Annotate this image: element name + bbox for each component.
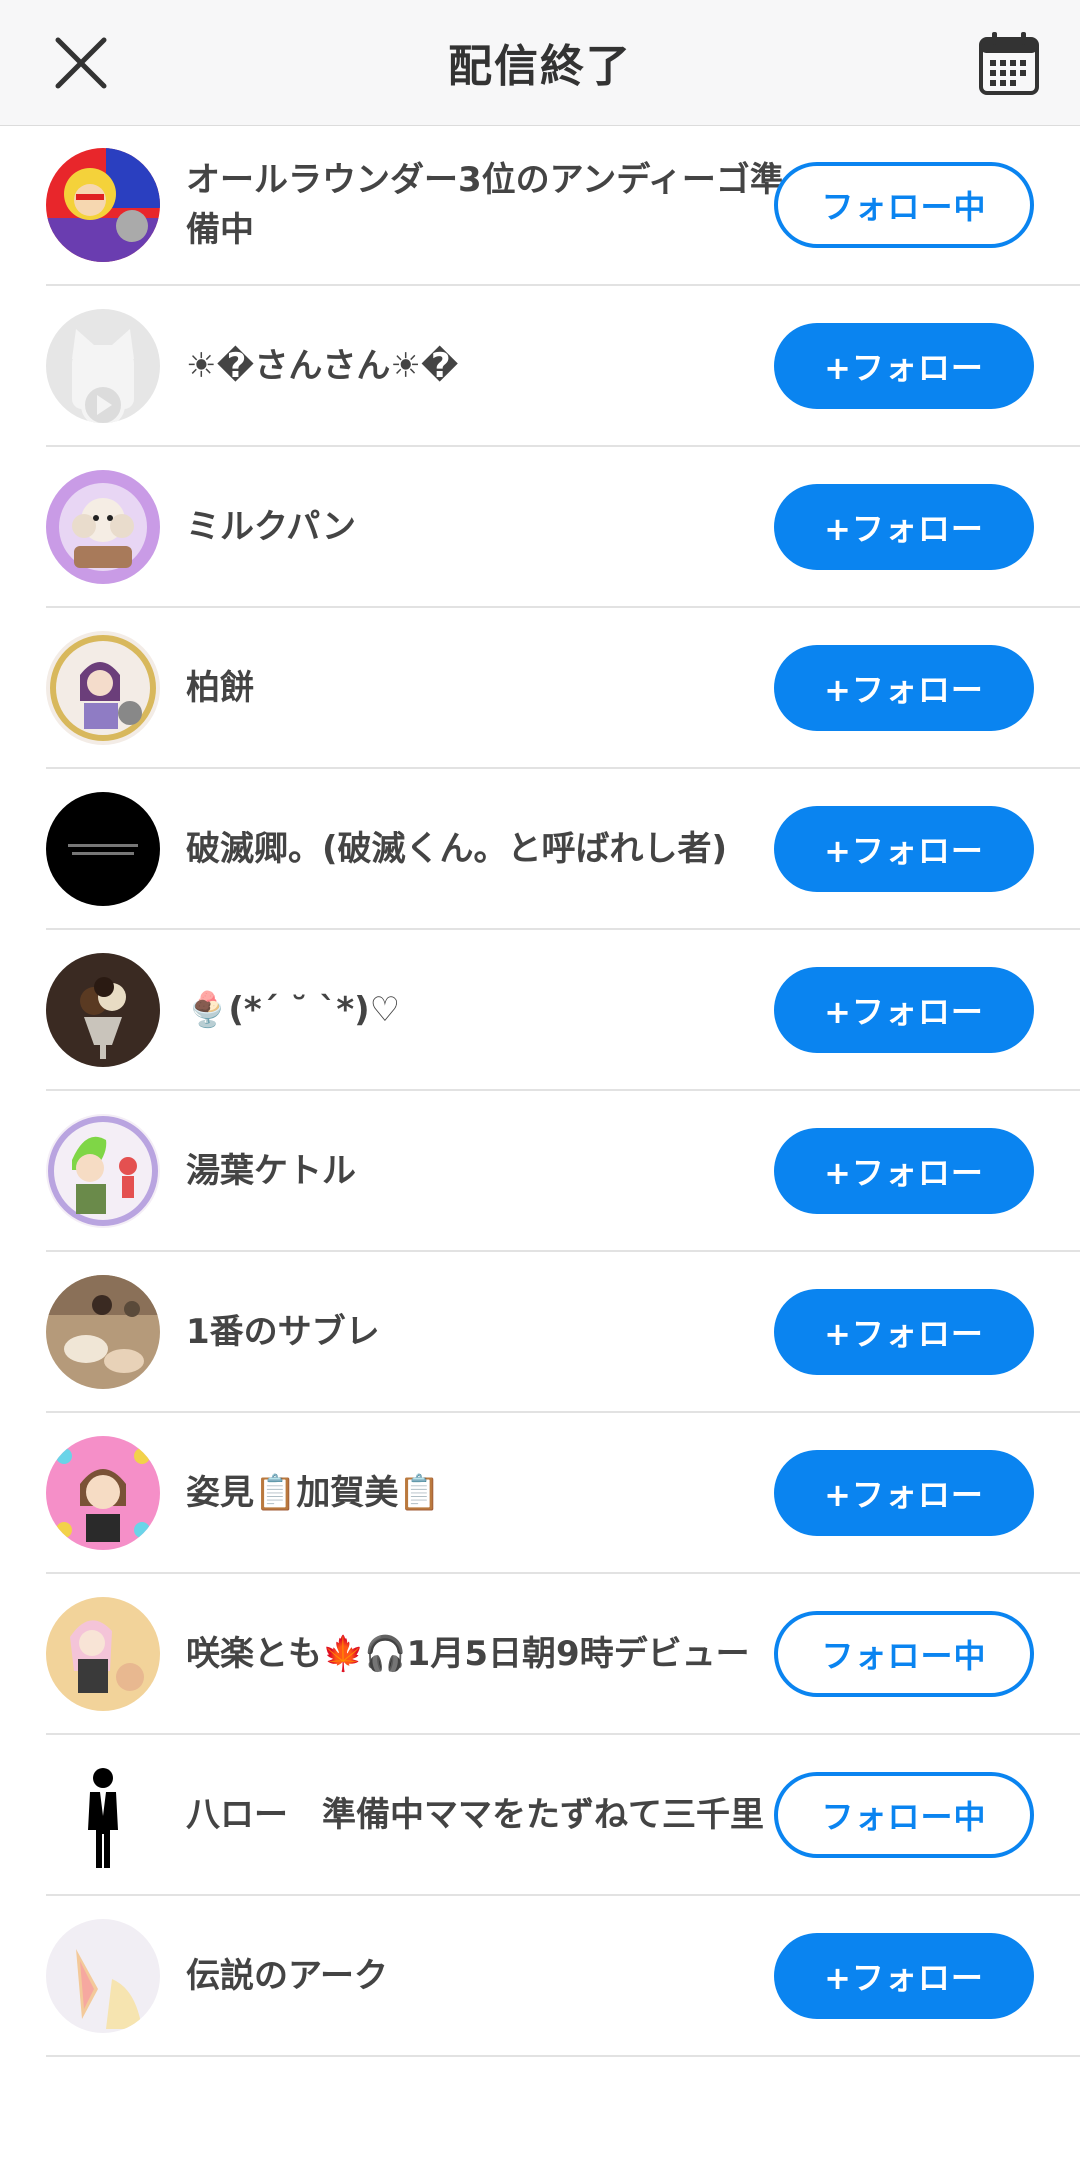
following-button[interactable]: フォロー中 bbox=[774, 1611, 1034, 1697]
list-item: 柏餅 +フォロー bbox=[46, 608, 1080, 769]
user-name: ☀︎�さんさん☀︎� bbox=[186, 345, 459, 386]
avatar[interactable] bbox=[46, 309, 160, 423]
list-item: 姿見📋加賀美📋 +フォロー bbox=[46, 1413, 1080, 1574]
user-name: 🍨(*´ ˘ `*)♡ bbox=[186, 989, 401, 1030]
avatar[interactable] bbox=[46, 1597, 160, 1711]
user-name: 八ロー 準備中ママをたずねて三千里 bbox=[186, 1794, 764, 1835]
follow-button[interactable]: +フォロー bbox=[774, 967, 1034, 1053]
following-button[interactable]: フォロー中 bbox=[774, 162, 1034, 248]
list-item: ☀︎�さんさん☀︎� +フォロー bbox=[46, 286, 1080, 447]
list-item: オールラウンダー3位のアンディーゴ準備中 フォロー中 bbox=[46, 125, 1080, 286]
list-item: 八ロー 準備中ママをたずねて三千里 フォロー中 bbox=[46, 1735, 1080, 1896]
user-name: 姿見📋加賀美📋 bbox=[186, 1472, 441, 1513]
avatar[interactable] bbox=[46, 792, 160, 906]
list-item: 湯葉ケトル +フォロー bbox=[46, 1091, 1080, 1252]
user-list: オールラウンダー3位のアンディーゴ準備中 フォロー中 ☀︎�さんさん☀︎� +フ… bbox=[0, 125, 1080, 2057]
user-name: ミルクパン bbox=[186, 506, 356, 547]
avatar[interactable] bbox=[46, 1436, 160, 1550]
follow-button[interactable]: +フォロー bbox=[774, 806, 1034, 892]
avatar[interactable] bbox=[46, 1114, 160, 1228]
follow-button[interactable]: +フォロー bbox=[774, 1128, 1034, 1214]
list-item: 🍨(*´ ˘ `*)♡ +フォロー bbox=[46, 930, 1080, 1091]
user-name: 伝説のアーク bbox=[186, 1955, 388, 1996]
follow-button[interactable]: +フォロー bbox=[774, 323, 1034, 409]
avatar[interactable] bbox=[46, 148, 160, 262]
follow-button[interactable]: +フォロー bbox=[774, 1450, 1034, 1536]
follow-button[interactable]: +フォロー bbox=[774, 484, 1034, 570]
user-name: 1番のサブレ bbox=[186, 1311, 380, 1352]
user-name: 湯葉ケトル bbox=[186, 1150, 356, 1191]
calendar-icon[interactable] bbox=[978, 30, 1040, 96]
avatar[interactable] bbox=[46, 1758, 160, 1872]
user-name: 破滅卿。(破滅くん。と呼ばれし者) bbox=[186, 828, 728, 869]
user-name: 咲楽とも🍁🎧1月5日朝9時デビュー bbox=[186, 1633, 750, 1674]
following-button[interactable]: フォロー中 bbox=[774, 1772, 1034, 1858]
list-item: 咲楽とも🍁🎧1月5日朝9時デビュー フォロー中 bbox=[46, 1574, 1080, 1735]
header-bar: 配信終了 bbox=[0, 0, 1080, 126]
follow-button[interactable]: +フォロー bbox=[774, 645, 1034, 731]
list-item: 伝説のアーク +フォロー bbox=[46, 1896, 1080, 2057]
avatar[interactable] bbox=[46, 470, 160, 584]
avatar[interactable] bbox=[46, 631, 160, 745]
follow-button[interactable]: +フォロー bbox=[774, 1933, 1034, 2019]
avatar[interactable] bbox=[46, 1919, 160, 2033]
user-name: オールラウンダー3位のアンディーゴ準備中 bbox=[186, 159, 784, 250]
avatar[interactable] bbox=[46, 1275, 160, 1389]
user-name: 柏餅 bbox=[186, 667, 254, 708]
list-item: 破滅卿。(破滅くん。と呼ばれし者) +フォロー bbox=[46, 769, 1080, 930]
list-item: ミルクパン +フォロー bbox=[46, 447, 1080, 608]
follow-button[interactable]: +フォロー bbox=[774, 1289, 1034, 1375]
list-item: 1番のサブレ +フォロー bbox=[46, 1252, 1080, 1413]
page-title: 配信終了 bbox=[448, 41, 632, 92]
avatar[interactable] bbox=[46, 953, 160, 1067]
